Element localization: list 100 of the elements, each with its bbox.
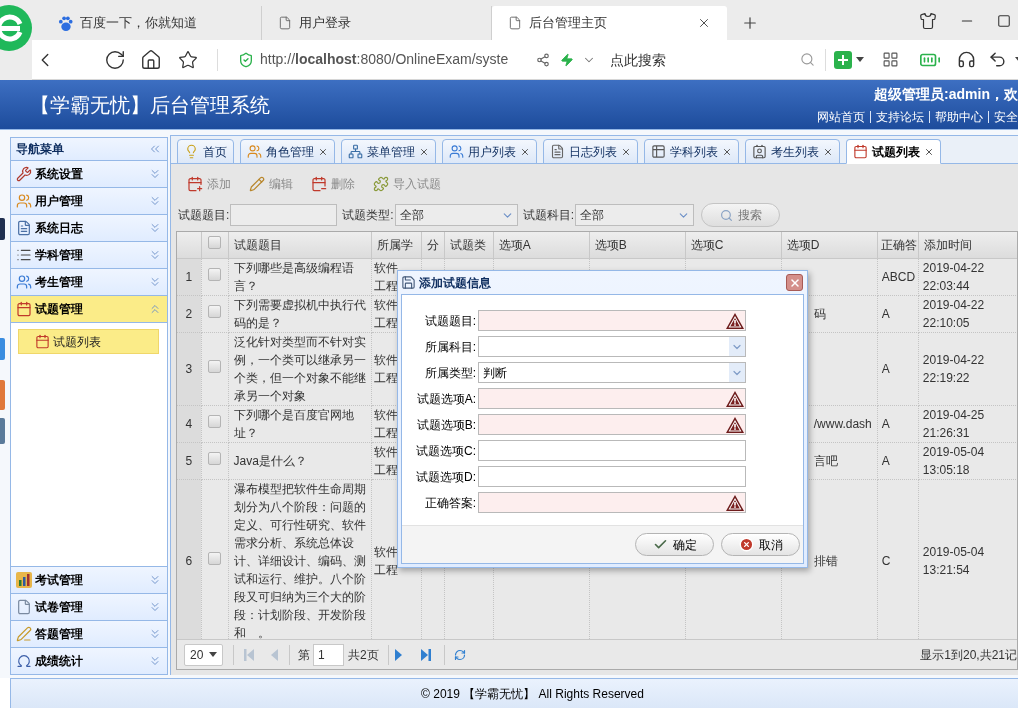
last-page-icon[interactable] (420, 648, 431, 661)
row-checkbox[interactable] (208, 267, 221, 281)
nav-group-header[interactable]: 系统日志 (11, 214, 167, 241)
expand-icon[interactable] (148, 654, 162, 668)
undo-icon[interactable] (988, 50, 1007, 69)
refresh-icon[interactable] (104, 48, 126, 71)
header-link[interactable]: 安全 (994, 108, 1018, 126)
nav-item[interactable]: 试题列表 (18, 329, 159, 354)
row-checkbox[interactable] (208, 451, 221, 465)
nav-group-header[interactable]: 答题管理 (11, 620, 167, 647)
combo-field[interactable] (478, 336, 746, 357)
expand-icon[interactable] (148, 600, 162, 614)
close-button[interactable] (786, 274, 803, 291)
maximize-icon[interactable] (997, 14, 1011, 28)
text-field[interactable] (478, 388, 746, 409)
nav-group-header[interactable]: 考生管理 (11, 268, 167, 295)
expand-icon[interactable] (148, 627, 162, 641)
close-icon[interactable] (924, 146, 934, 157)
content-tab[interactable]: 试题列表 (846, 139, 941, 164)
content-tab[interactable]: 日志列表 (543, 139, 638, 164)
column-header[interactable]: 试题类 (449, 237, 486, 252)
headphones-icon[interactable] (957, 50, 976, 69)
side-app-icon[interactable] (0, 218, 5, 240)
expand-icon[interactable] (148, 221, 162, 235)
column-header[interactable]: 选项C (690, 237, 724, 252)
dialog-button[interactable]: 取消 (721, 533, 800, 556)
combo-field[interactable]: 判断 (478, 362, 746, 383)
expand-icon[interactable] (148, 573, 162, 587)
search-icon[interactable] (800, 52, 815, 67)
text-field[interactable] (478, 440, 746, 461)
text-field[interactable] (478, 466, 746, 487)
side-app-icon[interactable] (0, 338, 5, 360)
column-header[interactable]: 选项A (498, 237, 531, 252)
browser-tab[interactable]: 后台管理主页 (492, 6, 727, 40)
expand-icon[interactable] (148, 167, 162, 181)
content-tab[interactable]: 用户列表 (442, 139, 537, 164)
next-page-icon[interactable] (394, 648, 402, 661)
text-field[interactable] (478, 310, 746, 331)
nav-group-header[interactable]: 试卷管理 (11, 593, 167, 620)
side-app-icon[interactable] (0, 380, 5, 410)
select-all-checkbox[interactable] (208, 235, 221, 249)
warning-icon (726, 312, 744, 329)
address-field[interactable]: http://localhost:8080/OnlineExam/syste (238, 45, 528, 74)
row-checkbox[interactable] (208, 414, 221, 428)
search-input[interactable] (230, 204, 338, 226)
search-select[interactable]: 全部 (575, 204, 695, 226)
content-tab[interactable]: 学科列表 (644, 139, 739, 164)
header-link[interactable]: 网站首页 (817, 108, 865, 126)
nav-group-header[interactable]: 成绩统计 (11, 647, 167, 674)
close-icon[interactable] (621, 146, 631, 157)
column-header[interactable]: 添加时间 (923, 237, 972, 252)
expand-icon[interactable] (148, 302, 162, 316)
close-icon[interactable] (823, 146, 833, 157)
text-field[interactable] (478, 492, 746, 513)
dialog-button[interactable]: 确定 (635, 533, 714, 556)
lightning-icon[interactable] (560, 52, 574, 67)
extension-icon[interactable] (834, 50, 852, 69)
nav-group-header[interactable]: 试题管理 (11, 295, 167, 322)
header-link[interactable]: 支持论坛 (876, 108, 924, 126)
text-field[interactable] (478, 414, 746, 435)
search-field[interactable]: 点此搜索 (610, 45, 796, 74)
close-icon[interactable] (722, 146, 732, 157)
expand-icon[interactable] (148, 275, 162, 289)
browser-tab[interactable]: 百度一下，你就知道 (42, 6, 262, 40)
close-icon[interactable] (419, 146, 429, 157)
row-checkbox[interactable] (208, 304, 221, 318)
apps-grid-icon[interactable] (882, 51, 899, 68)
content-tab[interactable]: 菜单管理 (341, 139, 436, 164)
close-icon[interactable] (520, 146, 530, 157)
close-icon[interactable] (318, 146, 328, 157)
new-tab-icon[interactable] (741, 14, 759, 32)
header-link[interactable]: 帮助中心 (935, 108, 983, 126)
nav-group-header[interactable]: 考试管理 (11, 566, 167, 593)
column-header[interactable]: 正确答 (880, 237, 917, 252)
star-icon[interactable] (178, 49, 198, 70)
nav-group-header[interactable]: 系统设置 (11, 160, 167, 187)
column-header[interactable]: 所属学 (376, 237, 413, 252)
column-header[interactable]: 试题题目 (233, 237, 282, 252)
search-select[interactable]: 全部 (394, 204, 518, 226)
content-tab[interactable]: 考生列表 (745, 139, 840, 164)
expand-icon[interactable] (148, 194, 162, 208)
content-tab[interactable]: 角色管理 (240, 139, 335, 164)
column-header[interactable]: 选项B (594, 237, 627, 252)
page-number-field[interactable]: 1 (313, 643, 344, 666)
expand-icon[interactable] (148, 248, 162, 262)
column-header[interactable]: 分 (426, 237, 439, 252)
search-button[interactable]: 搜索 (701, 203, 781, 227)
row-checkbox[interactable] (208, 551, 221, 565)
nav-group-header[interactable]: 用户管理 (11, 187, 167, 214)
share-icon[interactable] (536, 52, 550, 67)
row-checkbox[interactable] (208, 359, 221, 373)
page-size-select[interactable]: 20 (184, 643, 223, 666)
close-icon[interactable] (697, 16, 711, 30)
skin-icon[interactable] (919, 12, 937, 30)
home-icon[interactable] (140, 48, 162, 71)
content-tab[interactable]: 首页 (177, 139, 234, 164)
side-app-icon[interactable] (0, 418, 5, 444)
column-header[interactable]: 选项D (786, 237, 820, 252)
collapse-icon[interactable] (148, 142, 162, 156)
nav-group-header[interactable]: 学科管理 (11, 241, 167, 268)
